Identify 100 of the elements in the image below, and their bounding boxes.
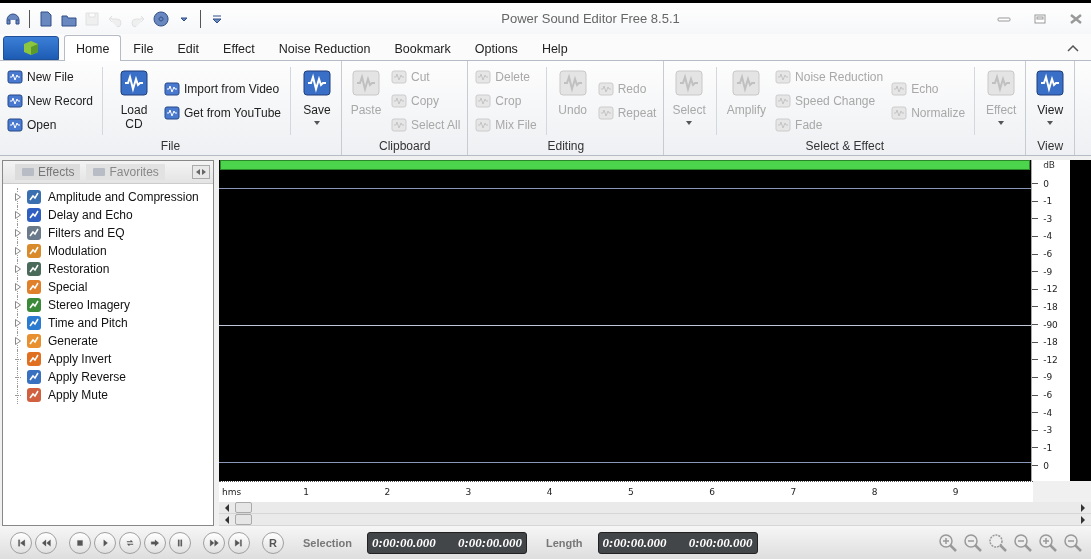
ribbon-tab[interactable]: Effect	[211, 36, 267, 60]
expand-arrow-icon[interactable]	[15, 247, 21, 255]
app-menu-button[interactable]	[3, 36, 59, 60]
expand-arrow-icon[interactable]	[15, 193, 21, 201]
scroll-arrows-icon[interactable]	[192, 165, 210, 179]
ruler-label: hms	[222, 487, 242, 497]
cube-icon	[23, 40, 39, 56]
ribbon-tab[interactable]: File	[121, 36, 166, 60]
ribbon-tab[interactable]: Help	[529, 36, 580, 60]
scale-label: -9	[1043, 372, 1053, 383]
scale-label: -1	[1043, 196, 1053, 207]
ruler-label: 9	[952, 487, 959, 497]
caret-icon	[686, 121, 693, 125]
ruler-label: 4	[546, 487, 553, 497]
ribbon-button[interactable]: New File	[4, 66, 97, 88]
forward-button[interactable]	[203, 531, 225, 554]
scale-label: -12	[1043, 354, 1058, 365]
ribbon-button[interactable]: New Record	[4, 90, 97, 112]
new-icon[interactable]	[37, 9, 55, 28]
tree-item[interactable]: Modulation	[48, 244, 107, 258]
zoom-in-icon[interactable]	[1038, 532, 1058, 553]
ribbon-tab[interactable]: Edit	[165, 36, 212, 60]
ribbon-button[interactable]: Get from YouTube	[161, 102, 284, 124]
ruler-label: 7	[790, 487, 797, 497]
last-button[interactable]	[228, 531, 250, 554]
maximize-icon[interactable]	[1033, 13, 1047, 24]
tree-item[interactable]: Special	[48, 280, 88, 294]
close-icon[interactable]	[1069, 13, 1083, 24]
tree-item[interactable]: Delay and Echo	[48, 208, 133, 222]
waveform-icon	[775, 117, 792, 133]
expand-arrow-icon[interactable]	[15, 211, 21, 219]
tree-item[interactable]: Filters and EQ	[48, 226, 125, 240]
tree-item[interactable]: Apply Invert	[48, 352, 112, 366]
ruler-label: 5	[628, 487, 634, 497]
ribbon-tab[interactable]: Bookmark	[382, 36, 463, 60]
first-button[interactable]	[10, 531, 32, 554]
ribbon-tab[interactable]: Home	[64, 35, 122, 61]
ribbon-button[interactable]: Import from Video	[161, 78, 284, 100]
zoom-out-icon[interactable]	[1063, 532, 1083, 553]
pause-button[interactable]	[169, 531, 191, 554]
magnifier-icon[interactable]	[988, 532, 1008, 553]
waveform-icon	[7, 69, 23, 85]
length-label: Length	[545, 536, 583, 549]
ribbon-button[interactable]: Save	[297, 63, 337, 139]
expand-arrow-icon[interactable]	[15, 337, 21, 345]
time-value: 0:00:00.000	[602, 534, 667, 551]
tree-item[interactable]: Time and Pitch	[48, 316, 128, 330]
scale-label: 0	[1043, 460, 1049, 471]
waveform-icon	[301, 67, 333, 99]
tree-item[interactable]: Stereo Imagery	[48, 298, 131, 312]
ribbon-tab[interactable]: Options	[462, 36, 530, 60]
zoom-out-icon[interactable]	[1013, 532, 1033, 553]
scrollbar[interactable]	[219, 502, 1091, 514]
waveform-icon	[597, 105, 614, 121]
ribbon-button[interactable]: Load CD	[109, 63, 160, 139]
tab-icon	[21, 166, 35, 178]
scale-label: -9	[1043, 266, 1053, 277]
scrollbar[interactable]	[219, 514, 1091, 526]
group-label: File	[159, 139, 182, 155]
waveform-icon	[118, 67, 151, 99]
rewind-button[interactable]	[35, 531, 57, 554]
scale-label: -4	[1043, 231, 1053, 242]
selection-label: Selection	[303, 536, 352, 549]
expand-arrow-icon[interactable]	[15, 265, 21, 273]
scale-label: -6	[1043, 390, 1053, 400]
caret-icon	[998, 121, 1005, 125]
group-label: Select & Effect	[804, 139, 886, 155]
zoom-out-icon[interactable]	[963, 532, 983, 553]
ribbon-tab[interactable]: Noise Reduction	[266, 36, 383, 60]
waveform-icon	[985, 67, 1018, 99]
group-label: Clipboard	[377, 139, 432, 155]
waveform-icon	[556, 67, 589, 99]
zoom-in-icon[interactable]	[938, 532, 958, 553]
waveform-icon	[1034, 67, 1067, 99]
expand-arrow-icon[interactable]	[15, 319, 21, 327]
tree-item[interactable]: Amplitude and Compression	[48, 190, 199, 204]
play-button[interactable]	[94, 531, 116, 554]
group-label: View	[1036, 139, 1065, 155]
scale-label: -4	[1043, 407, 1053, 418]
scale-label: -90	[1043, 319, 1058, 330]
waveform-icon	[597, 81, 614, 97]
record-button[interactable]: R	[262, 531, 284, 554]
ruler-label: 6	[709, 487, 715, 497]
tree-item[interactable]: Apply Mute	[48, 388, 109, 402]
waveform-icon	[475, 69, 492, 85]
stop-button[interactable]	[69, 531, 91, 554]
ribbon-button[interactable]: Open	[4, 114, 97, 136]
collapse-ribbon-icon[interactable]	[1067, 44, 1079, 52]
play-arrow-button[interactable]	[144, 531, 166, 554]
tree-item[interactable]: Apply Reverse	[48, 370, 127, 384]
expand-arrow-icon[interactable]	[15, 301, 21, 309]
expand-arrow-icon[interactable]	[15, 229, 21, 237]
scale-label: -18	[1043, 337, 1058, 348]
time-value: 0:00:00.000	[458, 534, 522, 551]
waveform-icon	[891, 105, 908, 121]
tree-item[interactable]: Generate	[48, 334, 99, 348]
ribbon-button[interactable]: View	[1030, 63, 1071, 139]
expand-arrow-icon[interactable]	[15, 283, 21, 291]
time-value: 0:00:00.000	[371, 534, 436, 551]
tree-item[interactable]: Restoration	[48, 262, 110, 276]
